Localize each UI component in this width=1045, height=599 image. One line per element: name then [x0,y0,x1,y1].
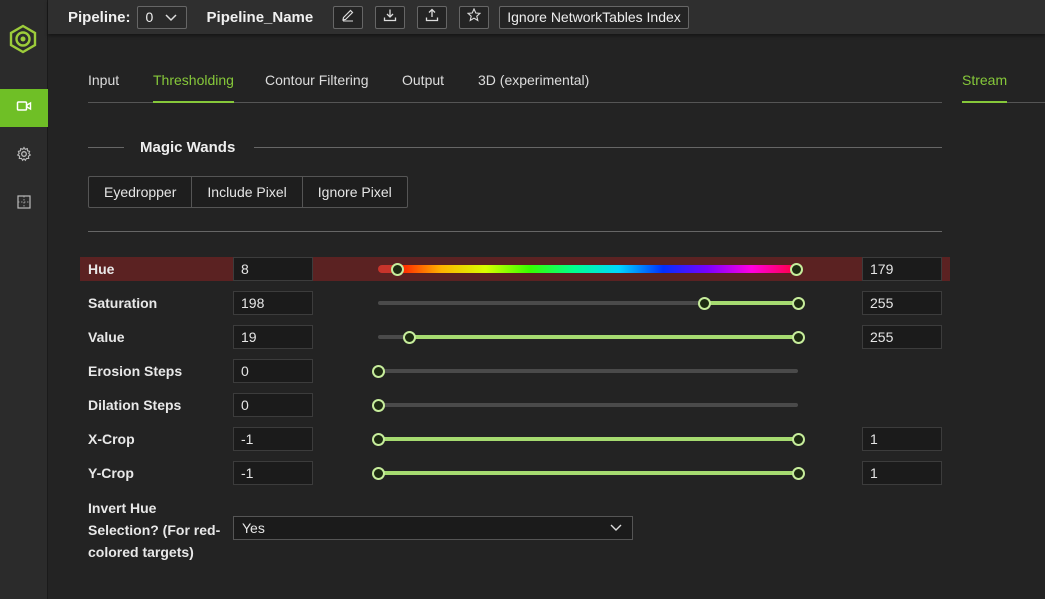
x-crop-max-input[interactable]: 1 [862,427,942,451]
rename-button[interactable] [333,5,364,29]
chevron-down-icon [165,9,177,25]
dilation-steps-row: Dilation Steps 0 [80,393,950,417]
section-divider [88,231,942,232]
invert-hue-select[interactable]: Yes [233,516,633,540]
star-icon [466,7,482,27]
invert-hue-value: Yes [242,520,265,536]
y-crop-max-input[interactable]: 1 [862,461,942,485]
x-crop-slider[interactable] [372,427,805,451]
saturation-max-input[interactable]: 255 [862,291,942,315]
magic-wands-title: Magic Wands [140,139,236,156]
left-rail [0,0,48,599]
saturation-max-thumb[interactable] [792,297,805,310]
hue-slider[interactable] [378,257,803,281]
y-crop-min-thumb[interactable] [372,467,385,480]
value-row: Value 19 255 [80,325,950,349]
slider-track [378,369,798,373]
value-min-input[interactable]: 19 [233,325,313,349]
slider-fill [409,335,798,339]
include-pixel-button[interactable]: Include Pixel [192,177,303,207]
pipeline-select[interactable]: 0 [136,5,187,29]
saturation-label: Saturation [88,295,158,311]
section-divider [88,147,124,148]
download-button[interactable] [375,5,406,29]
dilation-steps-min-thumb[interactable] [372,399,385,412]
value-max-input[interactable]: 255 [862,325,942,349]
dilation-steps-slider[interactable] [372,393,798,417]
x-crop-label: X-Crop [88,431,135,447]
y-crop-row: Y-Crop -1 1 [80,461,950,485]
nav-camera[interactable] [0,89,48,127]
ignore-pixel-button[interactable]: Ignore Pixel [303,177,407,207]
slider-fill [378,471,798,475]
tab-3d-experimental[interactable]: 3D (experimental) [478,70,589,103]
tab-input[interactable]: Input [88,70,119,103]
hue-max-thumb[interactable] [789,263,803,276]
invert-hue-label: Invert Hue Selection? (For red-colored t… [88,500,221,560]
x-crop-row: X-Crop -1 1 [80,427,950,451]
saturation-slider[interactable] [378,291,805,315]
hue-label: Hue [88,261,115,277]
hue-min-thumb[interactable] [390,263,404,276]
tab-stream[interactable]: Stream [962,70,1008,103]
section-divider [254,147,942,148]
ignore-networktables-button[interactable]: Ignore NetworkTables Index [499,5,689,29]
hue-max-input[interactable]: 179 [862,257,942,281]
stream-tabs: Stream [962,70,1045,103]
pipeline-index: 0 [145,9,154,25]
saturation-min-input[interactable]: 198 [233,291,313,315]
nav-dashboard[interactable] [0,185,48,223]
eyedropper-button[interactable]: Eyedropper [89,177,193,207]
pipeline-tabs: Input Thresholding Contour Filtering Out… [88,70,942,103]
upload-button[interactable] [417,5,448,29]
erosion-steps-row: Erosion Steps 0 [80,359,950,383]
pipeline-name: Pipeline_Name [206,8,314,26]
saturation-row: Saturation 198 255 [80,291,950,315]
upload-icon [425,8,439,27]
camera-icon [16,98,32,119]
tab-thresholding[interactable]: Thresholding [153,70,234,103]
slider-track [378,403,798,407]
tab-contour-filtering[interactable]: Contour Filtering [265,70,369,103]
y-crop-max-thumb[interactable] [792,467,805,480]
hue-row: Hue 8 179 [80,257,950,281]
erosion-steps-min-input[interactable]: 0 [233,359,313,383]
favorite-button[interactable] [459,5,490,29]
dilation-steps-min-input[interactable]: 0 [233,393,313,417]
x-crop-min-input[interactable]: -1 [233,427,313,451]
y-crop-slider[interactable] [372,461,805,485]
gear-icon [16,146,32,167]
magic-wand-buttons: Eyedropper Include Pixel Ignore Pixel [88,176,408,208]
y-crop-min-input[interactable]: -1 [233,461,313,485]
nav-settings[interactable] [0,137,48,175]
slider-fill [378,437,798,441]
slider-fill [396,265,796,273]
dashboard-icon [16,194,32,215]
y-crop-label: Y-Crop [88,465,134,481]
value-label: Value [88,329,125,345]
app-window: Pipeline: 0 Pipeline_Name Ignore Network… [0,0,1045,599]
x-crop-max-thumb[interactable] [792,433,805,446]
download-icon [383,8,397,27]
erosion-steps-label: Erosion Steps [88,363,183,379]
slider-fill [704,301,798,305]
x-crop-min-thumb[interactable] [372,433,385,446]
pipeline-label: Pipeline: [68,8,131,26]
pencil-icon [341,8,355,27]
logo-icon[interactable] [8,24,38,54]
erosion-steps-min-thumb[interactable] [372,365,385,378]
top-bar: Pipeline: 0 Pipeline_Name Ignore Network… [48,0,1045,34]
value-slider[interactable] [378,325,805,349]
hue-min-input[interactable]: 8 [233,257,313,281]
saturation-min-thumb[interactable] [698,297,712,310]
dilation-steps-label: Dilation Steps [88,397,182,413]
erosion-steps-slider[interactable] [372,359,798,383]
tab-output[interactable]: Output [402,70,444,103]
value-min-thumb[interactable] [403,331,417,344]
value-max-thumb[interactable] [792,331,805,344]
